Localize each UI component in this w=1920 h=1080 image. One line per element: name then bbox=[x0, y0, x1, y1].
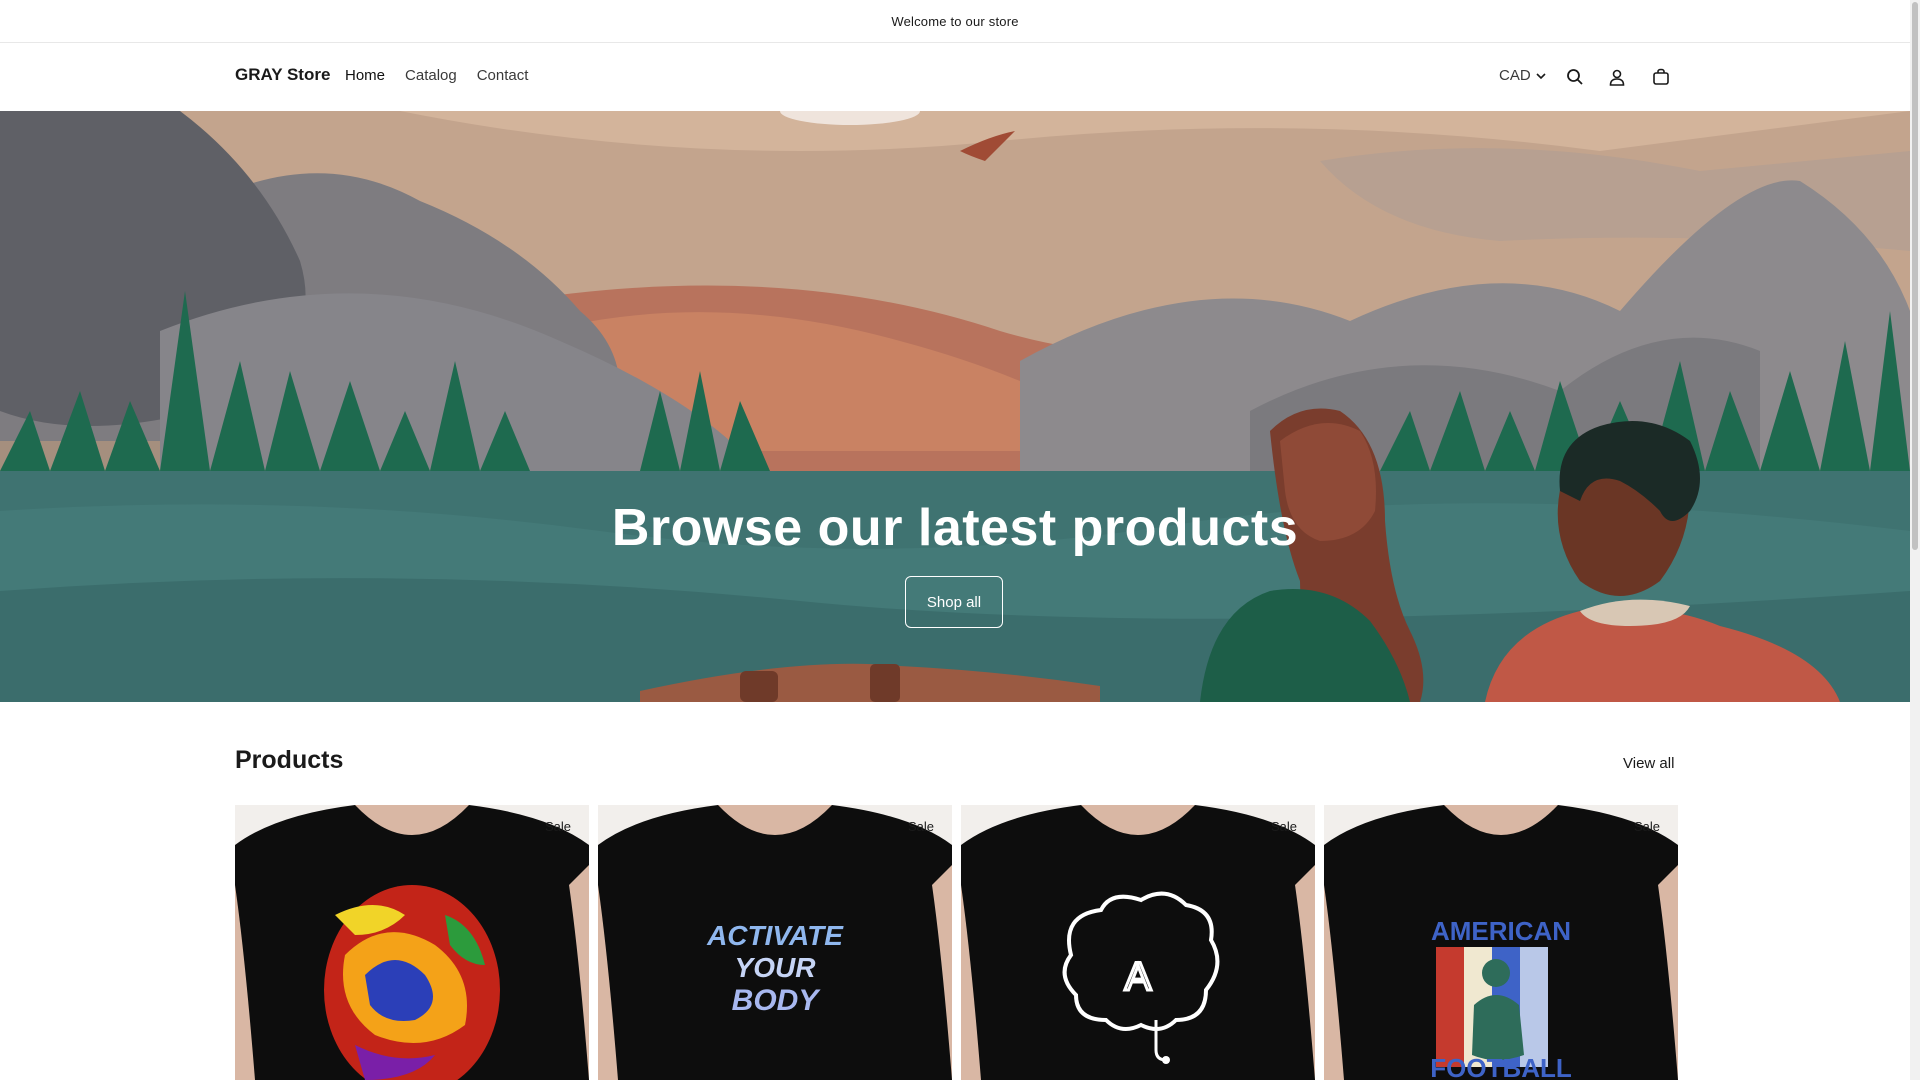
nav-home[interactable]: Home bbox=[345, 67, 385, 84]
account-icon[interactable] bbox=[1605, 65, 1629, 89]
print-body: BODY bbox=[732, 984, 822, 1017]
scrollbar-thumb[interactable] bbox=[1912, 2, 1918, 550]
print-your: YOUR bbox=[735, 952, 817, 983]
sale-badge: Sale bbox=[544, 819, 571, 834]
nav-catalog[interactable]: Catalog bbox=[405, 67, 457, 84]
sale-badge: Sale bbox=[1633, 819, 1660, 834]
currency-label: CAD bbox=[1499, 67, 1531, 84]
print-american: AMERICAN bbox=[1431, 916, 1571, 946]
sale-badge: Sale bbox=[1270, 819, 1297, 834]
product-image: AMERICAN FOOTBALL bbox=[1324, 805, 1678, 1080]
nav-contact[interactable]: Contact bbox=[477, 67, 529, 84]
main-nav: Home Catalog Contact bbox=[345, 67, 528, 84]
products-heading: Products bbox=[235, 746, 344, 774]
product-image: ACTIVATE YOUR BODY bbox=[598, 805, 952, 1080]
search-icon[interactable] bbox=[1563, 65, 1587, 89]
sale-badge: Sale bbox=[907, 819, 934, 834]
currency-selector[interactable]: CAD bbox=[1499, 67, 1547, 84]
hero-banner: Browse our latest products Shop all bbox=[0, 111, 1910, 702]
announcement-bar: Welcome to our store bbox=[0, 0, 1910, 43]
product-image bbox=[235, 805, 589, 1080]
product-image: A bbox=[961, 805, 1315, 1080]
product-card[interactable]: ACTIVATE YOUR BODY Sale bbox=[598, 805, 952, 1080]
site-header: GRAY Store Home Catalog Contact CAD bbox=[0, 43, 1910, 112]
print-activate: ACTIVATE bbox=[706, 920, 844, 951]
store-logo[interactable]: GRAY Store bbox=[235, 65, 330, 85]
product-card[interactable]: Sale bbox=[235, 805, 589, 1080]
print-football: FOOTBALL bbox=[1430, 1053, 1572, 1080]
print-brain-letter: A bbox=[1125, 955, 1152, 999]
announcement-text: Welcome to our store bbox=[891, 13, 1019, 29]
product-card[interactable]: A Sale bbox=[961, 805, 1315, 1080]
view-all-link[interactable]: View all bbox=[1623, 755, 1674, 772]
shop-all-button[interactable]: Shop all bbox=[905, 576, 1003, 628]
cart-icon[interactable] bbox=[1649, 65, 1673, 89]
product-card[interactable]: AMERICAN FOOTBALL Sale bbox=[1324, 805, 1678, 1080]
hero-heading: Browse our latest products bbox=[611, 499, 1299, 557]
chevron-down-icon bbox=[1536, 72, 1546, 79]
